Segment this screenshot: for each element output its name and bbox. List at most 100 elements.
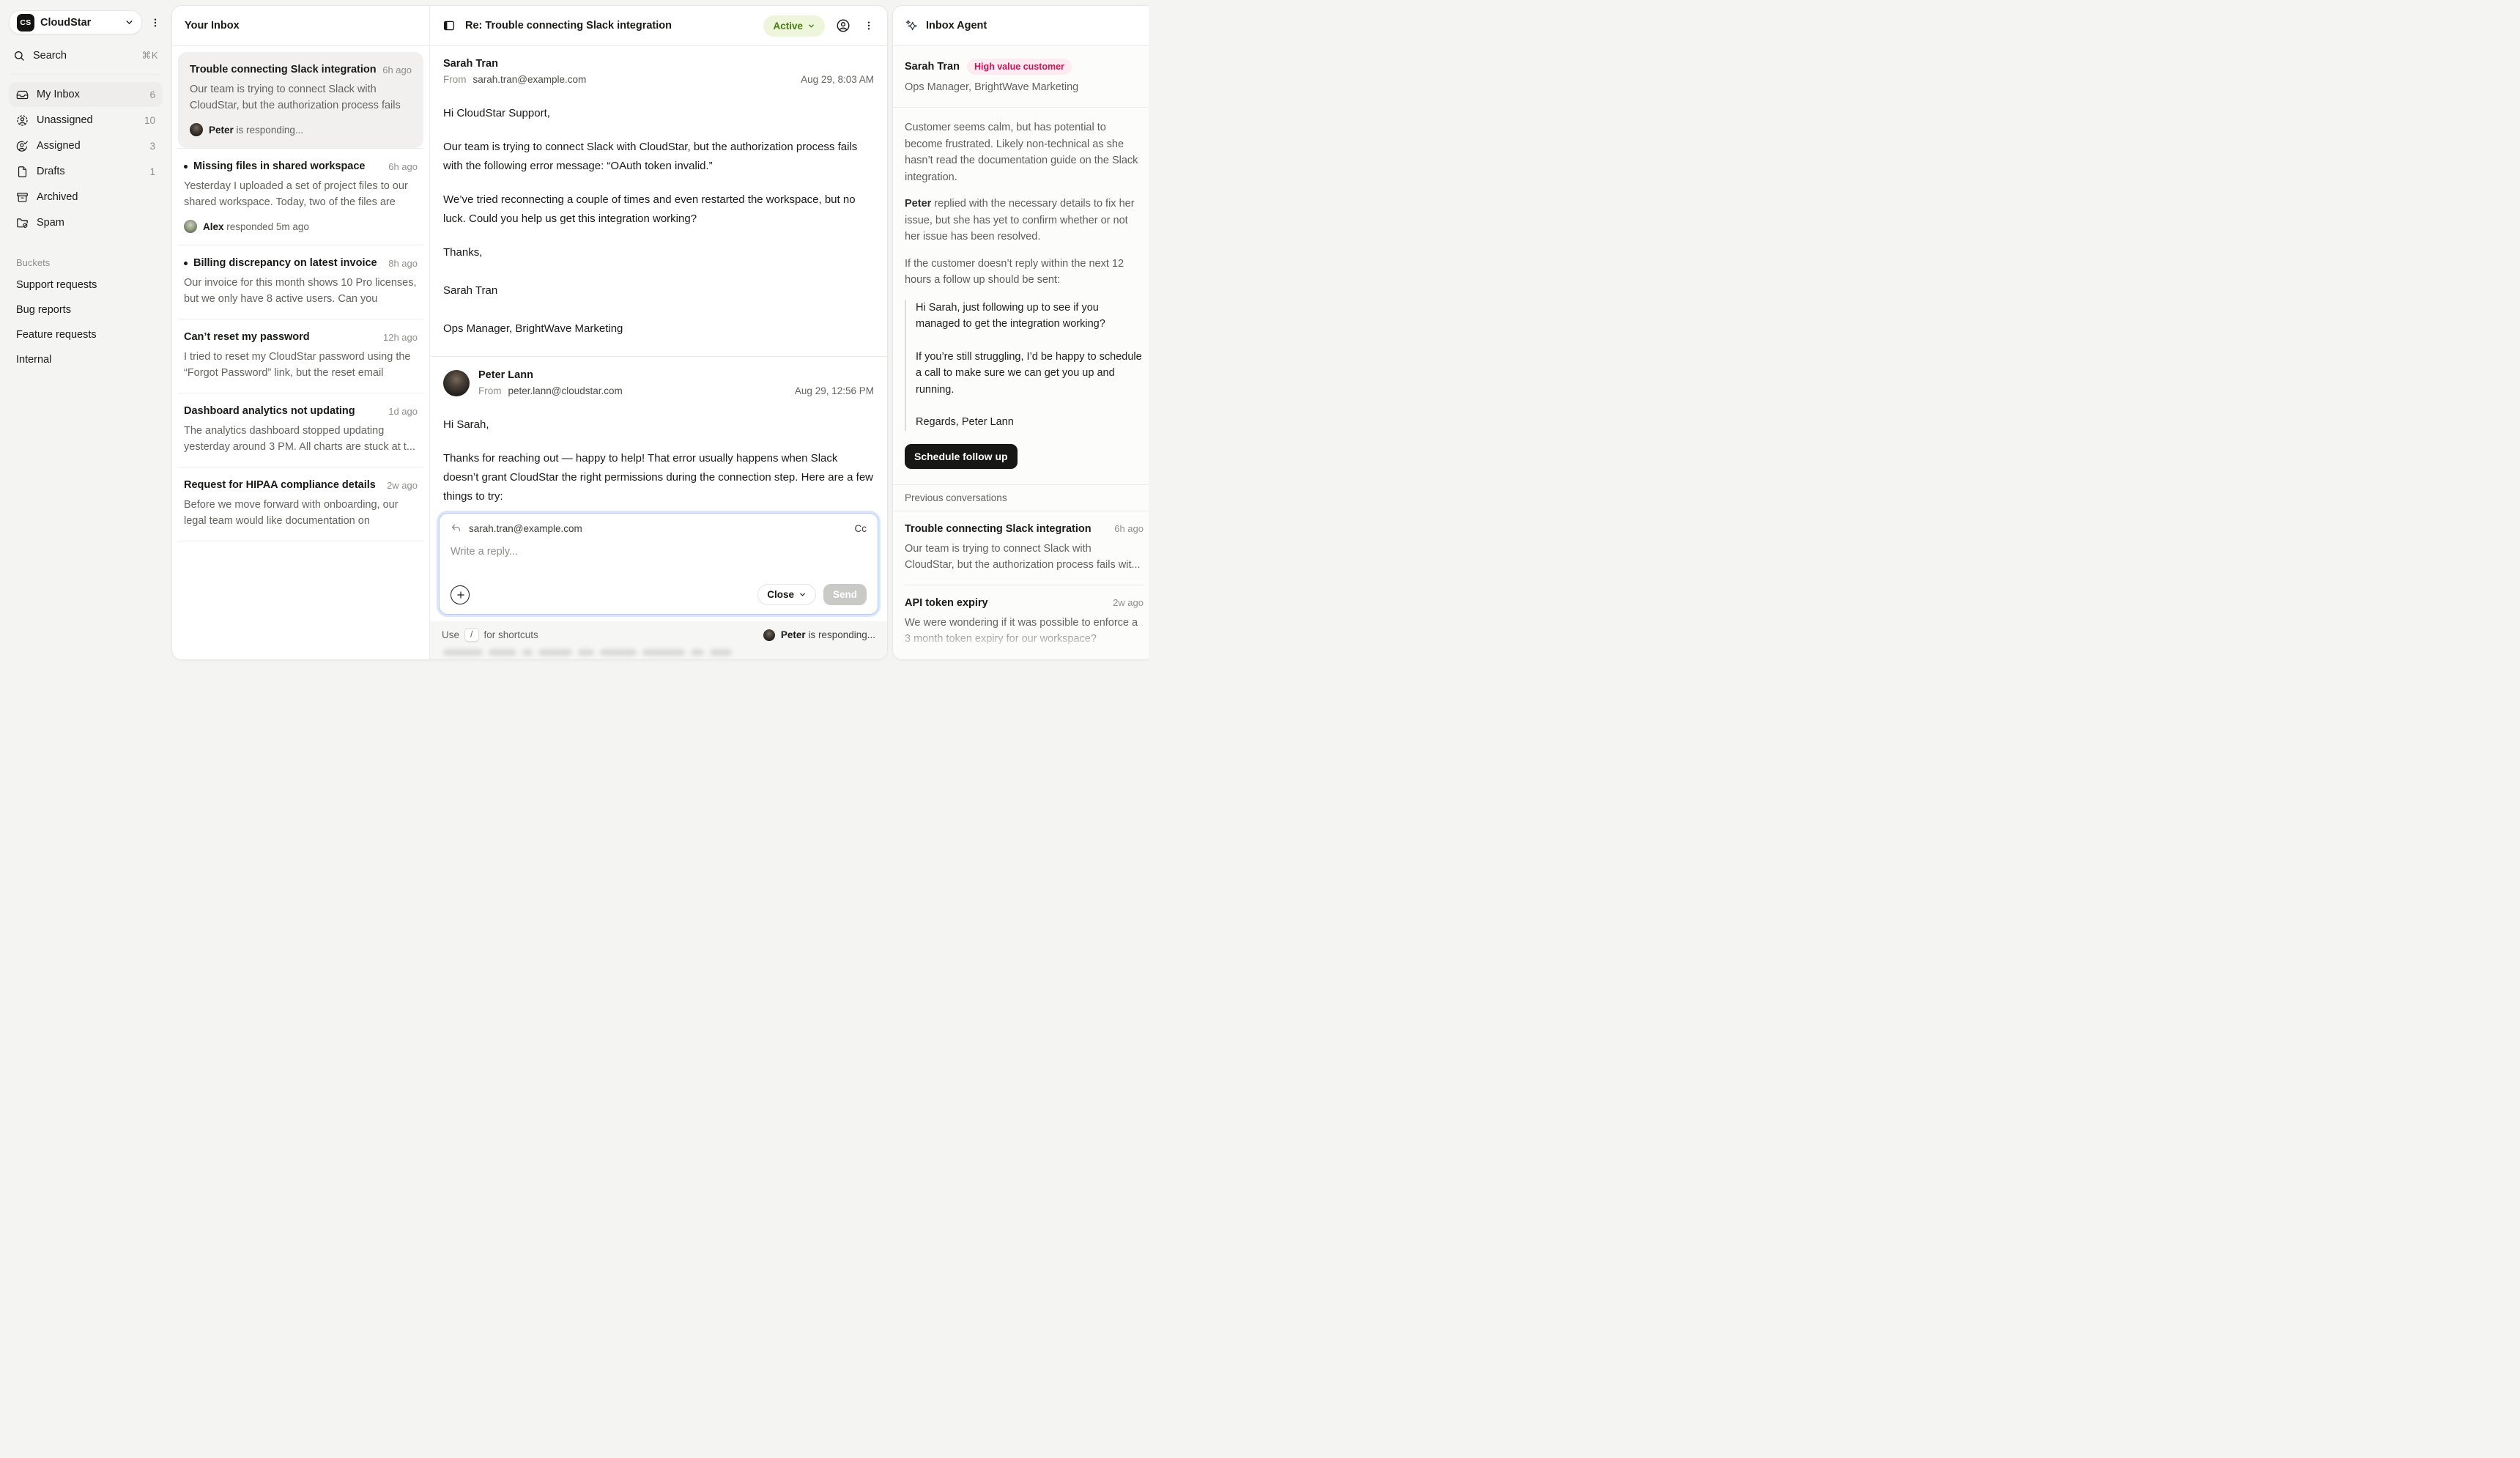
sidebar-item-internal[interactable]: Internal — [9, 347, 163, 372]
list-item[interactable]: Can’t reset my password 12h ago I tried … — [178, 319, 423, 393]
thread-menu-button[interactable] — [861, 18, 876, 33]
suggested-paragraph: Regards, Peter Lann — [916, 414, 1144, 431]
attach-button[interactable] — [451, 585, 470, 604]
folder-block-icon — [16, 217, 29, 229]
summary-paragraph: If the customer doesn’t reply within the… — [905, 256, 1144, 289]
file-icon — [16, 166, 29, 178]
status-label: Active — [773, 21, 803, 32]
unread-dot — [184, 262, 188, 265]
responding-status: Peter is responding... — [781, 629, 875, 640]
thread-footer: Use / for shortcuts Peter is responding.… — [430, 621, 887, 659]
conversation-time: 6h ago — [382, 64, 412, 75]
sender-email: sarah.tran@example.com — [473, 74, 587, 85]
list-item[interactable]: Billing discrepancy on latest invoice 8h… — [178, 245, 423, 319]
reply-composer[interactable]: sarah.tran@example.com Cc Write a reply.… — [439, 513, 878, 615]
list-item[interactable]: Trouble connecting Slack integration 6h … — [178, 52, 423, 148]
search-label: Search — [33, 50, 133, 62]
workspace-logo: CS — [17, 14, 34, 32]
sidebar-item-spam[interactable]: Spam — [9, 210, 163, 235]
conversation-preview: We were wondering if it was possible to … — [905, 615, 1144, 647]
responding-status: Peter is responding... — [209, 125, 303, 136]
sidebar-item-label: My Inbox — [37, 89, 80, 100]
sender-name: Sarah Tran — [443, 58, 874, 70]
toggle-sidebar-button[interactable] — [441, 18, 457, 34]
person-dashed-icon — [16, 114, 29, 127]
conversation-preview: Yesterday I uploaded a set of project fi… — [184, 178, 418, 210]
summary-paragraph: Customer seems calm, but has potential t… — [905, 119, 1144, 185]
conversation-title: Trouble connecting Slack integration — [190, 64, 377, 75]
conversation-title: Dashboard analytics not updating — [184, 405, 382, 417]
email-message: Peter Lann From peter.lann@cloudstar.com… — [443, 357, 874, 506]
conversation-title: API token expiry — [905, 597, 1107, 609]
sidebar-item-label: Spam — [37, 217, 64, 229]
avatar — [443, 370, 470, 396]
status-dropdown[interactable]: Active — [763, 15, 825, 37]
panel-toggle-icon — [442, 19, 456, 32]
conversation-title: Can’t reset my password — [184, 331, 377, 343]
list-item[interactable]: Missing files in shared workspace 6h ago… — [178, 149, 423, 245]
cc-button[interactable]: Cc — [855, 523, 867, 534]
sidebar-item-label: Assigned — [37, 140, 81, 152]
sidebar-item-support-requests[interactable]: Support requests — [9, 273, 163, 297]
ghost-draft-text — [443, 649, 732, 656]
unread-dot — [184, 165, 188, 169]
inbox-icon — [16, 89, 29, 101]
reply-arrow-icon — [451, 523, 462, 534]
message-paragraph: Thanks, — [443, 243, 874, 262]
sidebar-item-unassigned[interactable]: Unassigned 10 — [9, 108, 163, 133]
conversation-time: 6h ago — [1114, 523, 1144, 534]
list-item[interactable]: Request for HIPAA compliance details 2w … — [178, 467, 423, 541]
sidebar-item-bug-reports[interactable]: Bug reports — [9, 297, 163, 322]
inbox-agent-panel: Inbox Agent Sarah Tran High value custom… — [892, 5, 1149, 660]
workspace-switcher[interactable]: CS CloudStar — [9, 10, 142, 34]
message-paragraph: We’ve tried reconnecting a couple of tim… — [443, 190, 874, 229]
sidebar-divider — [10, 74, 161, 75]
conversation-time: 2w ago — [387, 480, 418, 491]
from-label: From — [443, 74, 467, 85]
conversation-time: 6h ago — [388, 161, 418, 172]
sidebar-item-drafts[interactable]: Drafts 1 — [9, 159, 163, 184]
list-item[interactable]: Dashboard analytics not updating 1d ago … — [178, 393, 423, 467]
chevron-down-icon — [125, 18, 134, 27]
sidebar-item-archived[interactable]: Archived — [9, 185, 163, 210]
plus-icon — [456, 590, 466, 600]
search-input[interactable]: Search ⌘K — [9, 50, 163, 62]
conversation-preview: Before we move forward with onboarding, … — [184, 497, 418, 529]
conversation-preview: The analytics dashboard stopped updating… — [184, 423, 418, 455]
conversation-time: 2w ago — [1113, 597, 1144, 608]
sidebar-item-my-inbox[interactable]: My Inbox 6 — [9, 82, 163, 107]
sidebar-menu-button[interactable] — [148, 15, 163, 30]
buckets-section-label: Buckets — [16, 257, 163, 268]
thread-scroll[interactable]: Sarah Tran From sarah.tran@example.com A… — [430, 46, 887, 506]
summary-paragraph: Peter replied with the necessary details… — [905, 196, 1144, 245]
conversation-list-scroll[interactable]: Trouble connecting Slack integration 6h … — [172, 46, 429, 659]
conversation-time: 8h ago — [388, 258, 418, 269]
customer-info: Sarah Tran High value customer Ops Manag… — [893, 46, 1149, 108]
previous-conversations-label: Previous conversations — [893, 484, 1149, 511]
reply-input[interactable]: Write a reply... — [451, 546, 867, 558]
thread-header: Re: Trouble connecting Slack integration… — [430, 6, 887, 46]
suggested-follow-up: Hi Sarah, just following up to see if yo… — [905, 300, 1144, 431]
avatar — [190, 123, 203, 136]
sparkles-icon — [905, 19, 919, 33]
sidebar-item-assigned[interactable]: Assigned 3 — [9, 133, 163, 158]
message-paragraph: Hi CloudStar Support, — [443, 104, 874, 123]
conversation-list: Your Inbox Trouble connecting Slack inte… — [172, 6, 430, 659]
previous-conversation-item[interactable]: Trouble connecting Slack integration 6h … — [893, 511, 1149, 585]
conversation-title: Request for HIPAA compliance details — [184, 479, 381, 491]
app-window: CS CloudStar Search ⌘K — [0, 0, 1149, 665]
sender-email: peter.lann@cloudstar.com — [508, 385, 623, 396]
close-dropdown-button[interactable]: Close — [757, 584, 816, 605]
chevron-down-icon — [798, 591, 807, 599]
conversation-preview: Our team is trying to connect Slack with… — [190, 81, 412, 114]
sidebar-item-label: Archived — [37, 191, 78, 203]
sidebar-item-feature-requests[interactable]: Feature requests — [9, 322, 163, 347]
send-button[interactable]: Send — [823, 584, 867, 605]
assignee-button[interactable] — [834, 17, 852, 34]
suggested-paragraph: Hi Sarah, just following up to see if yo… — [916, 300, 1144, 333]
agent-panel-title: Inbox Agent — [926, 20, 987, 32]
conversation-title: Billing discrepancy on latest invoice — [193, 257, 382, 269]
previous-conversation-item[interactable]: API token expiry 2w ago We were wonderin… — [893, 585, 1149, 659]
schedule-follow-up-button[interactable]: Schedule follow up — [905, 444, 1018, 469]
inbox-panel: Your Inbox Trouble connecting Slack inte… — [171, 5, 888, 660]
